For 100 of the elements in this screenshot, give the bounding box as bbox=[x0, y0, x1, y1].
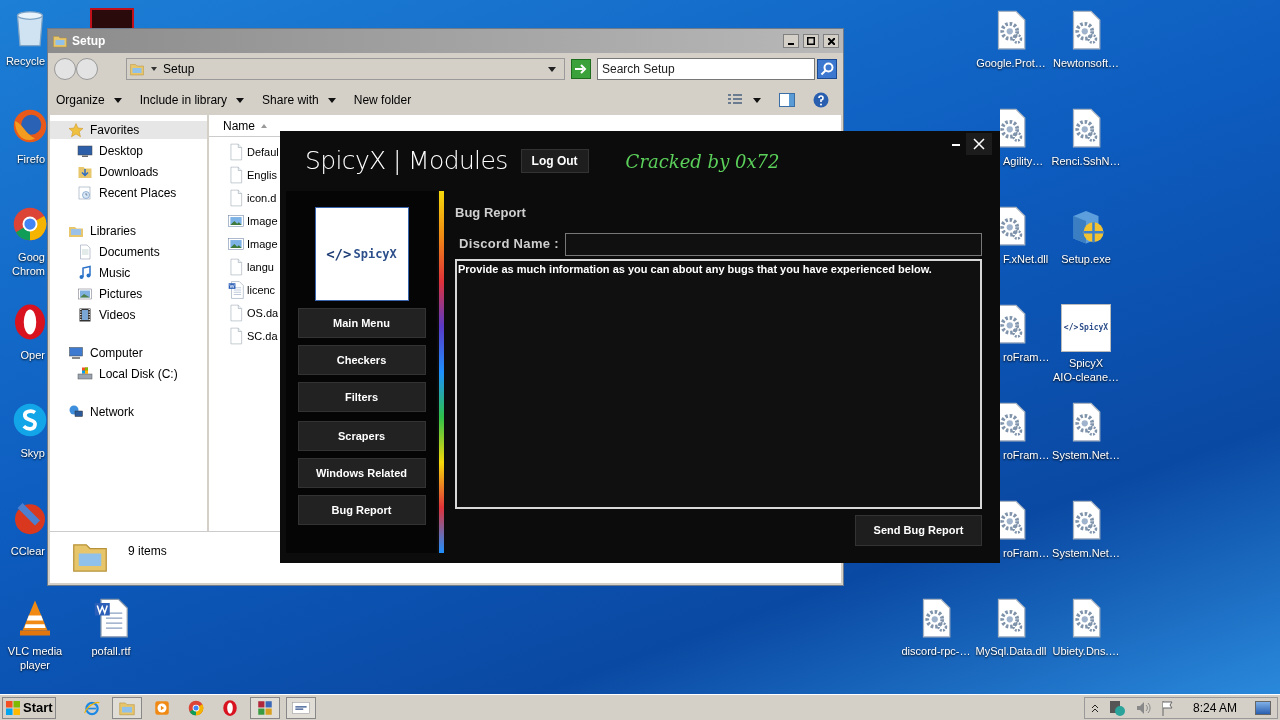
address-bar[interactable]: Setup bbox=[126, 58, 565, 80]
blank-file-icon bbox=[227, 304, 245, 322]
caret-icon bbox=[151, 67, 157, 71]
icon-label: roFram… bbox=[1003, 546, 1050, 560]
refresh-button[interactable] bbox=[571, 59, 591, 79]
folder-icon bbox=[52, 33, 68, 49]
icon-label: Goog Chrom bbox=[11, 250, 45, 278]
nav-button[interactable]: Main Menu bbox=[297, 308, 426, 338]
blank-file-icon bbox=[227, 189, 245, 207]
show-desktop-button[interactable] bbox=[1255, 700, 1271, 715]
close-button[interactable] bbox=[966, 133, 992, 155]
blank-file-icon bbox=[227, 258, 245, 276]
icon-label: Google.Prot… bbox=[976, 56, 1046, 70]
file-item[interactable]: icon.d bbox=[227, 188, 277, 208]
preview-pane-icon[interactable] bbox=[779, 93, 795, 107]
maximize-button[interactable] bbox=[803, 34, 819, 48]
file-item[interactable]: licenc bbox=[227, 280, 276, 300]
icon-label: Firefo bbox=[15, 152, 45, 166]
document-icon bbox=[77, 244, 93, 260]
app-title: SpicyX | Modules bbox=[305, 145, 508, 178]
search-field[interactable]: Search Setup bbox=[597, 58, 815, 80]
picture-icon bbox=[77, 286, 93, 302]
archive-books-icon[interactable] bbox=[249, 696, 280, 719]
network-icon[interactable] bbox=[1108, 699, 1125, 716]
discord-name-label: Discord Name : bbox=[459, 235, 559, 254]
icon-label: Renci.SshN… bbox=[1051, 154, 1121, 168]
sort-arrow-icon bbox=[261, 124, 267, 128]
nav-button[interactable]: Windows Related bbox=[297, 458, 426, 488]
arrow-icon bbox=[575, 64, 587, 74]
nav-button[interactable]: Checkers bbox=[297, 345, 426, 375]
file-item[interactable]: langu bbox=[227, 257, 274, 277]
file-item[interactable]: Image bbox=[227, 234, 278, 254]
downloads-folder-icon bbox=[77, 164, 93, 180]
section-title: Bug Report bbox=[455, 204, 527, 222]
clock: 8:24 AM bbox=[1192, 699, 1237, 717]
nav-button[interactable]: Scrapers bbox=[297, 421, 426, 451]
icon-label: roFram… bbox=[1003, 350, 1050, 364]
toolbar-button[interactable]: Organize bbox=[56, 91, 122, 109]
log-out-button[interactable]: Log Out bbox=[520, 149, 589, 173]
close-button[interactable] bbox=[823, 34, 839, 48]
help-icon[interactable] bbox=[813, 92, 829, 108]
window-title: Setup bbox=[72, 33, 107, 50]
icon-label: SpicyX AIO-cleane… bbox=[1053, 356, 1119, 384]
icon-label: Recycle bbox=[4, 54, 45, 68]
close-icon bbox=[827, 37, 835, 45]
file-item[interactable]: Defaul bbox=[227, 142, 279, 162]
caret-icon bbox=[236, 97, 245, 103]
file-item[interactable]: OS.da bbox=[227, 303, 279, 323]
flag-icon[interactable] bbox=[1160, 699, 1175, 716]
logo-mark: </> bbox=[326, 244, 352, 264]
logo-text: SpicyX bbox=[353, 246, 397, 263]
app-thumbnail-icon[interactable] bbox=[285, 696, 316, 719]
caret-icon bbox=[113, 97, 122, 103]
icon-label: F.xNet.dll bbox=[1003, 252, 1049, 266]
toolbar-button[interactable]: Include in library bbox=[139, 91, 245, 109]
icon-label: Oper bbox=[19, 348, 45, 362]
discord-name-field[interactable] bbox=[564, 232, 982, 256]
caret-icon[interactable] bbox=[753, 97, 761, 103]
minimize-icon bbox=[952, 144, 960, 146]
icon-label: Skyp bbox=[19, 446, 45, 460]
app-thumbnail-icon[interactable]: </>SpicyX bbox=[1061, 304, 1111, 352]
desktop-icon bbox=[77, 143, 93, 159]
icon-label: MySql.Data.dll bbox=[975, 644, 1047, 658]
column-header[interactable]: Name bbox=[209, 116, 275, 136]
music-note-icon bbox=[77, 265, 93, 281]
icon-label: Setup.exe bbox=[1061, 252, 1111, 266]
toolbar-button[interactable]: New folder bbox=[353, 91, 412, 109]
blank-file-icon bbox=[227, 143, 245, 161]
send-bug-report-button[interactable]: Send Bug Report bbox=[855, 514, 982, 546]
icon-label: Newtonsoft… bbox=[1053, 56, 1119, 70]
maximize-icon bbox=[807, 37, 815, 45]
star-icon bbox=[68, 122, 84, 138]
view-options-icon[interactable] bbox=[727, 93, 743, 107]
dropdown-caret-icon[interactable] bbox=[548, 66, 556, 72]
nav-item[interactable]: Favorites bbox=[50, 121, 207, 139]
recent-places-icon bbox=[77, 185, 93, 201]
file-item[interactable]: Image bbox=[227, 211, 278, 231]
computer-icon bbox=[68, 345, 84, 361]
toolbar-button[interactable]: Share with bbox=[262, 91, 336, 109]
logo-mark: </> bbox=[1063, 322, 1079, 334]
blank-file-icon bbox=[227, 166, 245, 184]
file-item[interactable]: SC.da bbox=[227, 326, 278, 346]
search-button[interactable] bbox=[817, 59, 837, 79]
minimize-button[interactable] bbox=[783, 34, 799, 48]
icon-label: pofall.rtf bbox=[91, 644, 131, 658]
folder-icon[interactable] bbox=[111, 696, 142, 719]
logo-text: SpicyX bbox=[1079, 322, 1109, 334]
start-button[interactable]: Start bbox=[2, 696, 56, 719]
file-item[interactable]: Englis bbox=[227, 165, 277, 185]
caret-icon bbox=[327, 97, 336, 103]
nav-button[interactable]: Filters bbox=[297, 382, 426, 412]
bug-details-field[interactable]: Provide as much information as you can about any bugs that you have experienced below. bbox=[455, 258, 982, 509]
minimize-icon bbox=[788, 43, 794, 45]
icon-label: System.Net… bbox=[1052, 448, 1120, 462]
app-icon[interactable] bbox=[90, 8, 134, 28]
icon-label: roFram… bbox=[1003, 448, 1050, 462]
show-hidden-icons-icon[interactable] bbox=[1090, 702, 1099, 713]
nav-button[interactable]: Bug Report bbox=[297, 495, 426, 525]
search-icon bbox=[820, 62, 834, 76]
image-file-icon bbox=[227, 235, 245, 253]
